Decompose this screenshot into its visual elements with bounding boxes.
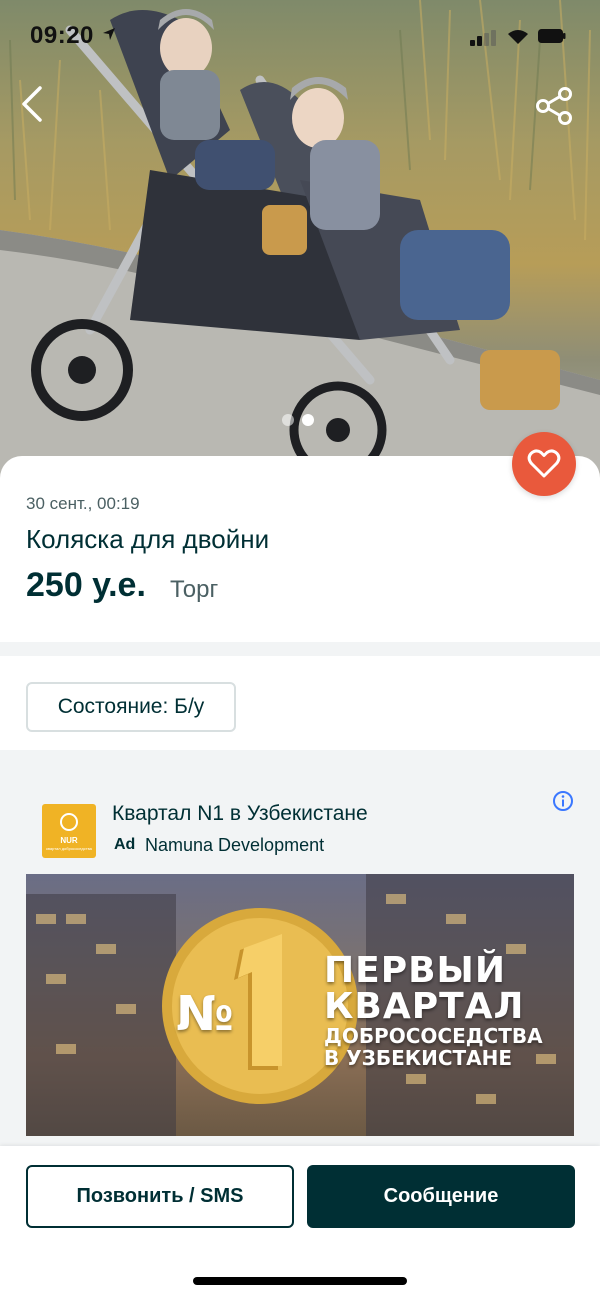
listing-title: Коляска для двойни (26, 524, 270, 554)
home-indicator[interactable] (193, 1277, 407, 1285)
banner-number-mark: № (176, 986, 234, 1042)
info-icon[interactable] (552, 790, 574, 812)
wifi-icon (508, 30, 528, 44)
battery-icon (538, 29, 566, 43)
favorite-button[interactable] (512, 432, 576, 496)
share-button[interactable] (532, 84, 576, 128)
post-date: 30 сент., 00:19 (26, 494, 140, 513)
banner-line-1: ПЕРВЫЙ (324, 950, 506, 991)
section-divider (0, 642, 600, 656)
share-icon (536, 87, 572, 125)
logo-text: NUR (60, 836, 78, 845)
ad-badge: Ad (114, 836, 136, 853)
status-bar: 09:20 (0, 0, 600, 72)
chevron-left-icon (22, 86, 42, 122)
pager-dot[interactable] (282, 414, 294, 426)
logo-ring-icon (60, 813, 78, 831)
back-button[interactable] (14, 82, 54, 126)
banner-line-2: КВАРТАЛ (324, 986, 525, 1027)
listing-photo[interactable]: 09:20 (0, 0, 600, 480)
ad-banner[interactable]: № ПЕРВЫЙ КВАРТАЛ ДОБРОСОСЕДСТВА В УЗБЕКИ… (26, 874, 574, 1136)
cellular-signal-icon (470, 30, 496, 46)
photo-pager (280, 412, 320, 428)
ad-headline[interactable]: Квартал N1 в Узбекистане (112, 802, 368, 826)
condition-chip: Состояние: Б/у (26, 682, 236, 732)
pager-dot-active[interactable] (302, 414, 314, 426)
logo-subtext: квартал добрососедства (46, 846, 92, 851)
heart-icon (527, 449, 561, 478)
stroller-photo (0, 0, 600, 480)
listing-price: 250 у.е. (26, 566, 146, 604)
call-sms-button[interactable]: Позвонить / SMS (26, 1165, 294, 1228)
status-time: 09:20 (30, 22, 94, 49)
ad-advertiser[interactable]: Namuna Development (145, 835, 324, 856)
message-button[interactable]: Сообщение (307, 1165, 575, 1228)
banner-line-4: В УЗБЕКИСТАНЕ (324, 1046, 513, 1070)
banner-line-3: ДОБРОСОСЕДСТВА (324, 1024, 543, 1048)
location-arrow-icon (103, 28, 115, 40)
negotiable-label: Торг (170, 576, 219, 603)
advertiser-logo[interactable]: NUR квартал добрососедства (42, 804, 96, 858)
